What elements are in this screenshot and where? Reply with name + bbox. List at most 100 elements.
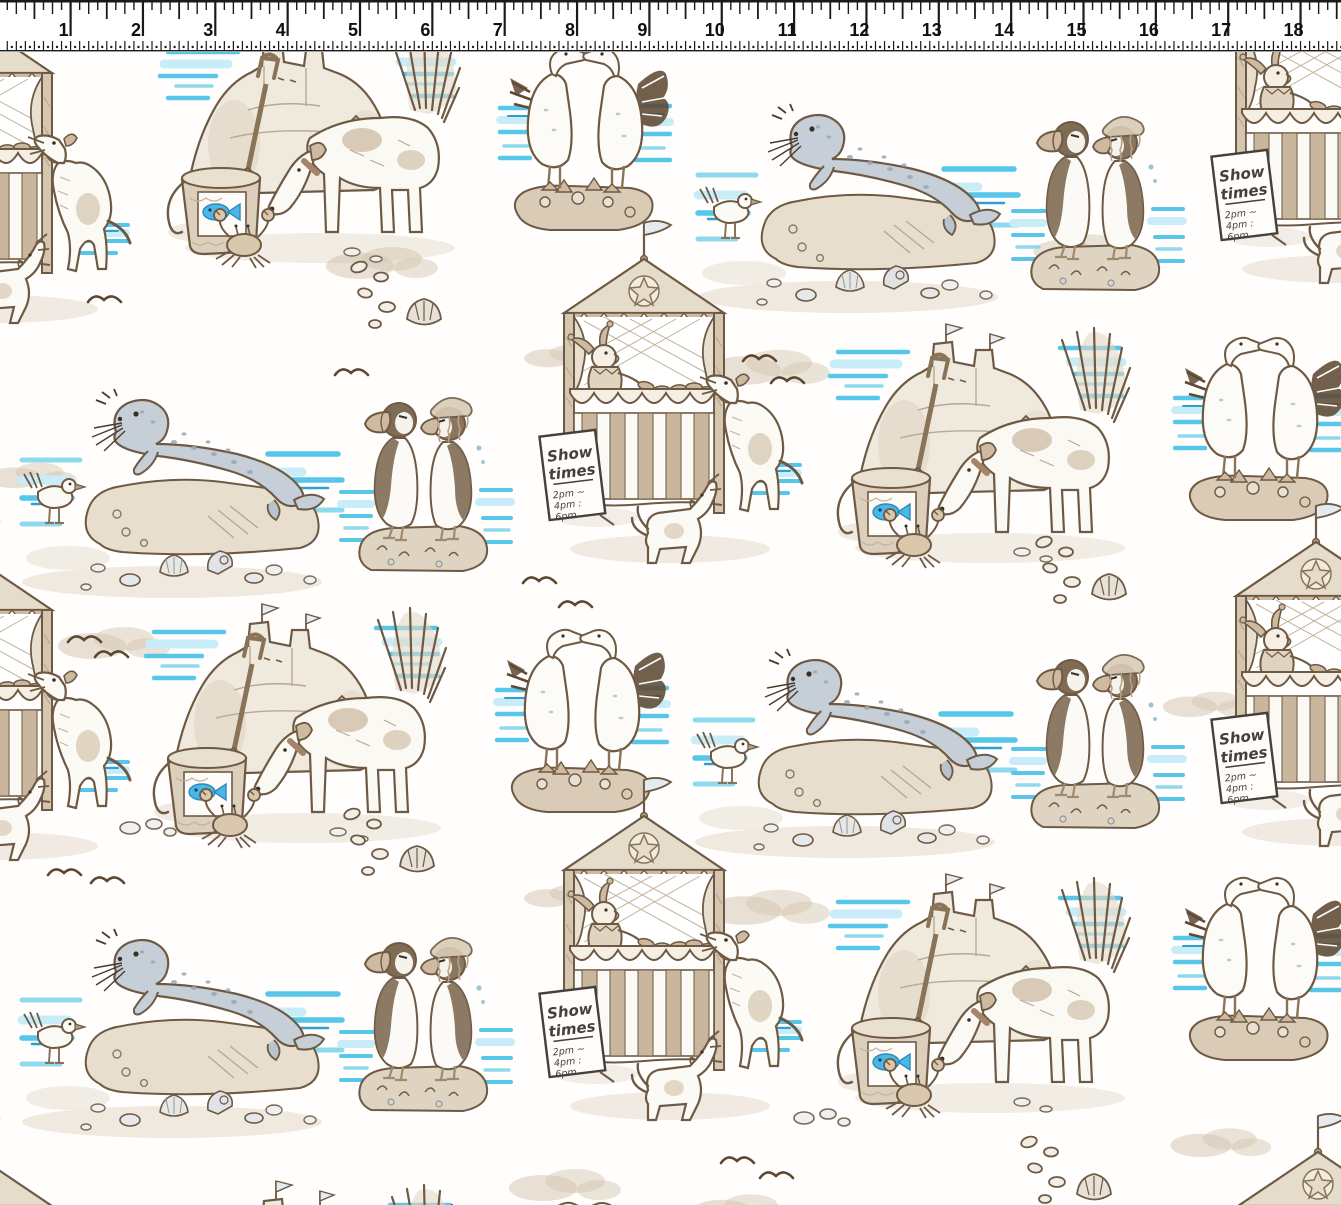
ruler-bottom-dot (879, 46, 881, 48)
ruler-number: 15 (1066, 20, 1086, 40)
ruler-bottom-dot (228, 46, 230, 48)
ruler-number: 5 (348, 20, 358, 40)
ruler-number: 9 (637, 20, 647, 40)
ruler-bottom-dot (1322, 46, 1324, 48)
ruler-bottom-dot (1033, 46, 1035, 48)
motif-seal (698, 104, 1018, 313)
ruler-bottom-dot (1114, 46, 1116, 48)
motif-sandcastle (160, 1181, 460, 1205)
ruler-bottom-dot (1313, 46, 1315, 48)
ruler-number: 1 (59, 20, 69, 40)
ruler-bottom-dot (553, 46, 555, 48)
ruler-bottom-dot (1123, 46, 1125, 48)
ruler-bottom-dot (716, 46, 718, 48)
ruler-bottom-dot (1259, 46, 1261, 48)
pebbles-motif (794, 1109, 850, 1126)
pattern-layer (0, 52, 1341, 1205)
ruler-bottom-dot (933, 46, 935, 48)
cloud-motif (1170, 1128, 1271, 1157)
ruler-bottom-dot (1268, 46, 1270, 48)
ruler-bottom-dot (653, 46, 655, 48)
ruler-bottom-dot (725, 46, 727, 48)
ruler-bottom-dot (1241, 46, 1243, 48)
ruler-bottom-dot (354, 46, 356, 48)
ruler-bottom-dot (906, 46, 908, 48)
ruler-bottom-dot (617, 46, 619, 48)
ruler-bottom-dot (427, 46, 429, 48)
ruler-bottom-dot (924, 46, 926, 48)
ruler-bottom-dot (598, 46, 600, 48)
flying-bird-motif (335, 369, 368, 375)
ruler-bottom-dot (409, 46, 411, 48)
ruler-bottom-dot (65, 46, 67, 48)
motif-sandcastle (146, 604, 446, 848)
ruler-bottom-dot (951, 46, 953, 48)
ruler-bottom-dot (318, 46, 320, 48)
ruler-bottom-dot (363, 46, 365, 48)
ruler-bottom-dot (309, 46, 311, 48)
ruler-bottom-dot (1150, 46, 1152, 48)
cloud-motif (707, 890, 830, 925)
ruler-bottom-dot (1250, 46, 1252, 48)
ruler-bottom-dot (1069, 46, 1071, 48)
ruler-bottom-dot (255, 46, 257, 48)
ruler-bottom-dot (689, 46, 691, 48)
ruler-bottom-dot (517, 46, 519, 48)
motif-tent (1213, 1114, 1341, 1205)
ruler-bottom-dot (608, 46, 610, 48)
ruler-bottom-dot (1005, 46, 1007, 48)
motif-puffins (1013, 655, 1183, 828)
ruler-bottom-dot (580, 46, 582, 48)
ruler-bottom-dot (282, 46, 284, 48)
motif-tent (0, 52, 130, 323)
ruler-number: 18 (1284, 20, 1304, 40)
flying-bird-motif (721, 1157, 754, 1163)
ruler-bottom-dot (490, 46, 492, 48)
flying-bird-motif (88, 296, 121, 302)
motif-seal (695, 649, 1015, 858)
motif-tent (1211, 52, 1341, 283)
ruler-bottom-dot (164, 46, 166, 48)
ruler-bottom-dot (418, 46, 420, 48)
ruler-bottom-dot (92, 46, 94, 48)
ruler-bottom-dot (888, 46, 890, 48)
ruler-number: 16 (1139, 20, 1159, 40)
ruler-bottom-dot (110, 46, 112, 48)
ruler-bottom-dot (445, 46, 447, 48)
flying-bird-motif (48, 869, 81, 875)
ruler-bottom-dot (535, 46, 537, 48)
ruler-bottom-dot (300, 46, 302, 48)
ruler-bottom-dot (47, 46, 49, 48)
ruler-bottom-dot (752, 46, 754, 48)
motif-gannets (500, 52, 670, 230)
pebbles-motif (120, 819, 176, 836)
ruler-bottom-dot (273, 46, 275, 48)
ruler-bottom-dot (499, 46, 501, 48)
ruler-bottom-dot (816, 46, 818, 48)
cloud-motif (509, 1169, 621, 1201)
motif-tent (1211, 504, 1341, 846)
ruler-bottom-dot (680, 46, 682, 48)
ruler-number: 12 (849, 20, 869, 40)
motif-sandcastle (830, 874, 1130, 1118)
ruler-bottom-dot (246, 46, 248, 48)
ruler-bottom-dot (472, 46, 474, 48)
ruler-bottom-dot (1168, 46, 1170, 48)
motif-sandcastle (160, 52, 460, 268)
ruler-bottom-dot (779, 46, 781, 48)
ruler-bottom-dot (1213, 46, 1215, 48)
ruler-bottom-dot (852, 46, 854, 48)
ruler-bottom-dot (29, 46, 31, 48)
ruler-bottom-dot (1051, 46, 1053, 48)
ruler-bottom-dot (1087, 46, 1089, 48)
ruler-bottom-dot (399, 46, 401, 48)
ruler-bottom-dot (996, 46, 998, 48)
motif-gannets (497, 630, 667, 812)
ruler-bottom-dot (56, 46, 58, 48)
ruler-bottom-dot (1177, 46, 1179, 48)
motif-gannets (1175, 338, 1341, 520)
ruler-bottom-dot (825, 46, 827, 48)
ruler-bottom-dot (219, 46, 221, 48)
motif-puffins (341, 398, 511, 571)
cloud-motif (691, 1194, 792, 1205)
